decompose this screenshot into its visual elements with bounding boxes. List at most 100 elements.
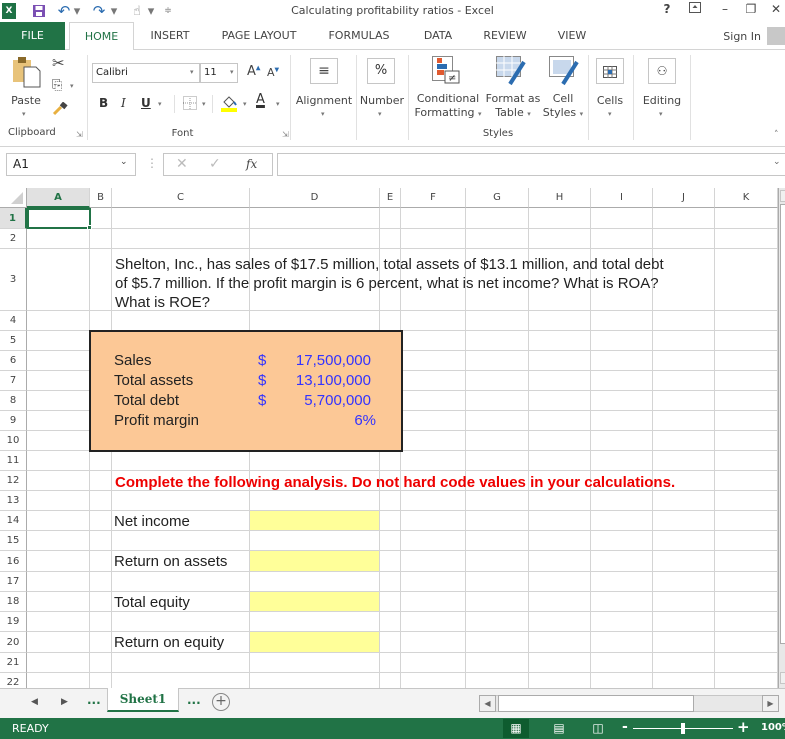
format-as-table-icon[interactable] <box>496 56 528 89</box>
insert-function-icon[interactable]: fx <box>246 157 257 171</box>
row-header-15[interactable]: 15 <box>0 531 27 551</box>
name-box[interactable]: A1 <box>6 153 136 176</box>
user-avatar-icon[interactable] <box>767 27 785 45</box>
grow-font-button[interactable]: A▲ <box>247 64 261 79</box>
column-header-h[interactable]: H <box>529 188 591 208</box>
fill-color-button[interactable] <box>221 94 237 115</box>
row-header-11[interactable]: 11 <box>0 451 27 471</box>
select-all-button[interactable] <box>0 188 27 208</box>
tab-home[interactable]: HOME <box>69 22 134 51</box>
formula-input[interactable] <box>277 153 785 176</box>
answer-input-cell[interactable] <box>250 551 379 571</box>
row-header-17[interactable]: 17 <box>0 572 27 592</box>
cells-button[interactable]: Cells <box>592 94 628 108</box>
zoom-level[interactable]: 100% <box>761 722 785 733</box>
scroll-down-button[interactable] <box>780 672 785 684</box>
input-value[interactable]: 13,100,000 <box>250 372 371 389</box>
tab-data[interactable]: DATA <box>412 22 464 50</box>
sheet-tab-sheet1[interactable]: Sheet1 <box>107 688 179 712</box>
row-header-19[interactable]: 19 <box>0 612 27 632</box>
tab-file[interactable]: FILE <box>0 22 65 50</box>
row-header-12[interactable]: 12 <box>0 471 27 491</box>
row-header-13[interactable]: 13 <box>0 491 27 511</box>
collapse-ribbon-icon[interactable]: ˄ <box>774 130 779 140</box>
font-color-button[interactable]: A <box>256 92 265 107</box>
bold-button[interactable]: B <box>99 96 108 110</box>
input-value[interactable]: 17,500,000 <box>250 352 371 369</box>
column-header-e[interactable]: E <box>380 188 401 208</box>
minimize-icon[interactable]: – <box>714 2 736 20</box>
row-header-1[interactable]: 1 <box>0 208 27 229</box>
tab-review[interactable]: REVIEW <box>474 22 536 50</box>
active-cell-a1[interactable] <box>27 208 91 229</box>
scroll-left-button[interactable]: ◀ <box>479 695 496 712</box>
answer-input-cell[interactable] <box>250 511 379 530</box>
clipboard-launcher-icon[interactable]: ⇲ <box>76 130 83 139</box>
more-sheets-left[interactable]: ... <box>87 693 101 707</box>
column-header-f[interactable]: F <box>401 188 466 208</box>
fill-handle[interactable] <box>87 225 92 230</box>
row-header-20[interactable]: 20 <box>0 632 27 653</box>
cells-icon[interactable] <box>596 58 624 84</box>
cell-styles-button[interactable]: Cell Styles ▾ <box>540 92 586 121</box>
row-header-18[interactable]: 18 <box>0 592 27 612</box>
page-layout-view-icon[interactable]: ▤ <box>546 719 572 738</box>
input-value[interactable]: 6% <box>250 412 376 429</box>
find-binoculars-icon[interactable]: ⚇ <box>648 58 676 84</box>
column-header-c[interactable]: C <box>112 188 250 208</box>
column-header-g[interactable]: G <box>466 188 529 208</box>
column-header-a[interactable]: A <box>27 188 90 208</box>
column-header-k[interactable]: K <box>715 188 778 208</box>
expand-formula-bar-icon[interactable]: ⌄ <box>773 157 781 167</box>
tab-formulas[interactable]: FORMULAS <box>318 22 400 50</box>
conditional-formatting-button[interactable]: Conditional Formatting ▾ <box>410 92 486 121</box>
more-sheets-right[interactable]: ... <box>187 693 201 707</box>
tab-page-layout[interactable]: PAGE LAYOUT <box>210 22 308 50</box>
column-header-d[interactable]: D <box>250 188 380 208</box>
row-header-21[interactable]: 21 <box>0 653 27 673</box>
font-name-dropdown-icon[interactable]: ▾ <box>190 68 194 76</box>
close-icon[interactable]: ✕ <box>765 2 785 20</box>
tab-view[interactable]: VIEW <box>546 22 598 50</box>
cell-styles-icon[interactable] <box>549 56 581 89</box>
cut-icon[interactable]: ✂ <box>52 54 65 72</box>
enter-check-icon[interactable]: ✓ <box>209 156 221 172</box>
editing-button[interactable]: Editing <box>638 94 686 108</box>
paste-button[interactable]: Paste <box>8 94 44 108</box>
row-header-3[interactable]: 3 <box>0 249 27 311</box>
number-dropdown-icon[interactable]: ▾ <box>378 110 382 118</box>
scroll-right-button[interactable]: ▶ <box>762 695 779 712</box>
font-launcher-icon[interactable]: ⇲ <box>282 130 289 139</box>
row-header-10[interactable]: 10 <box>0 431 27 451</box>
tab-insert[interactable]: INSERT <box>140 22 200 50</box>
underline-dropdown-icon[interactable]: ▾ <box>158 100 162 108</box>
answer-input-cell[interactable] <box>250 632 379 652</box>
vertical-scroll-thumb[interactable] <box>780 204 785 644</box>
borders-icon[interactable] <box>183 96 197 113</box>
fill-color-dropdown-icon[interactable]: ▾ <box>243 100 247 108</box>
copy-dropdown-icon[interactable]: ▾ <box>70 82 74 90</box>
row-header-4[interactable]: 4 <box>0 311 27 331</box>
scroll-up-button[interactable] <box>780 190 785 202</box>
row-header-22[interactable]: 22 <box>0 673 27 688</box>
font-name-select[interactable]: Calibri <box>92 63 200 83</box>
zoom-out-button[interactable]: - <box>622 719 628 735</box>
alignment-button[interactable]: Alignment <box>293 94 355 108</box>
column-header-b[interactable]: B <box>90 188 112 208</box>
name-box-dropdown-icon[interactable]: ⌄ <box>120 157 128 167</box>
column-header-i[interactable]: I <box>591 188 653 208</box>
cells-dropdown-icon[interactable]: ▾ <box>608 110 612 118</box>
zoom-slider-thumb[interactable] <box>681 723 685 734</box>
format-as-table-button[interactable]: Format as Table ▾ <box>484 92 542 121</box>
row-header-16[interactable]: 16 <box>0 551 27 572</box>
restore-icon[interactable]: ❐ <box>740 2 762 20</box>
row-header-5[interactable]: 5 <box>0 331 27 351</box>
shrink-font-button[interactable]: A▼ <box>267 66 279 79</box>
ribbon-display-options-icon[interactable] <box>684 2 706 20</box>
horizontal-scroll-thumb[interactable] <box>498 695 694 712</box>
sign-in-link[interactable]: Sign In <box>723 30 761 43</box>
worksheet-grid[interactable]: ABCDEFGHIJK 1 2 3 4 5 6 7 8 9 10 11 12 13 14 15 16 17 18 1… <box>0 188 778 688</box>
copy-icon[interactable]: ⎘ <box>52 78 62 93</box>
scroll-sheets-right-icon[interactable]: ▶ <box>61 697 68 707</box>
answer-input-cell[interactable] <box>250 592 379 611</box>
